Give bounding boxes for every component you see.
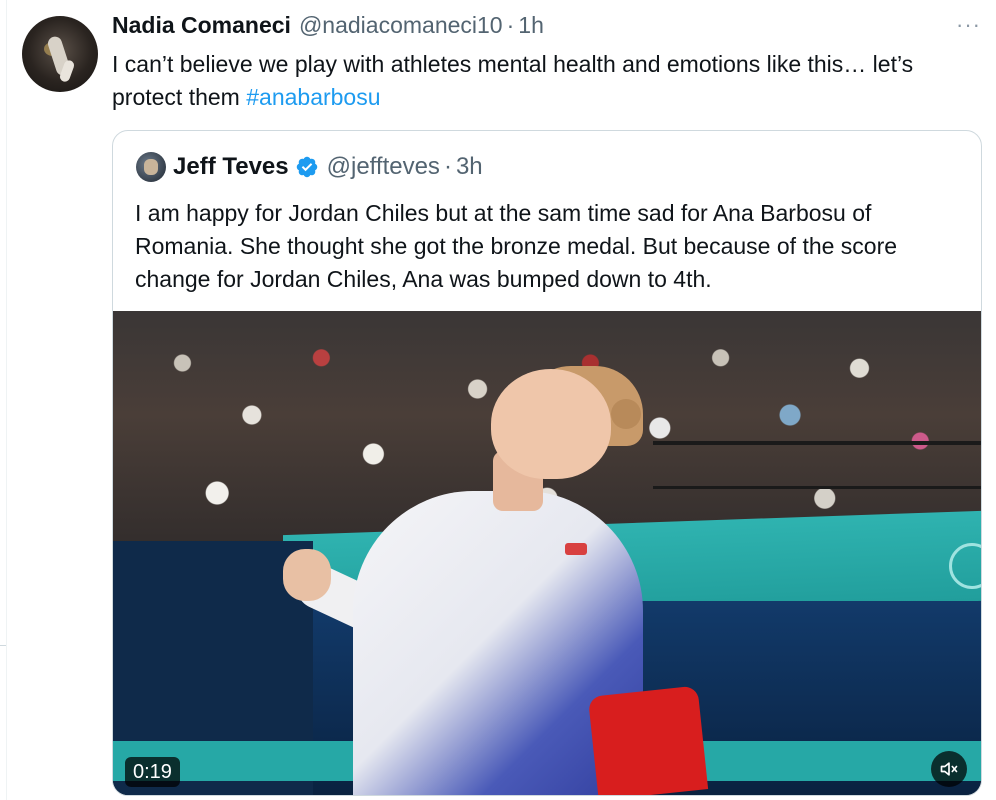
railing xyxy=(653,441,981,445)
quoted-tweet-card[interactable]: Jeff Teves @jeffteves · 3h I am happy fo… xyxy=(112,130,982,796)
tweet-timestamp[interactable]: 1h xyxy=(518,12,544,39)
timeline-tick xyxy=(0,645,6,646)
quoted-tweet-text: I am happy for Jordan Chiles but at the … xyxy=(135,200,898,292)
tweet-header: Nadia Comaneci @nadiacomaneci10 · 1h xyxy=(112,12,544,39)
quoted-author-handle: @jeffteves xyxy=(326,153,440,180)
quoted-tweet-header: Jeff Teves @jeffteves · 3h xyxy=(173,153,483,181)
athlete-hair-bun xyxy=(611,399,641,429)
athlete-fist xyxy=(283,549,331,601)
red-flag xyxy=(587,685,709,795)
quoted-separator-dot: · xyxy=(443,153,452,180)
quoted-timestamp: 3h xyxy=(455,153,483,180)
tweet-body: I can’t believe we play with athletes me… xyxy=(112,51,914,110)
author-handle[interactable]: @nadiacomaneci10 xyxy=(299,12,503,39)
video-player[interactable]: 0:19 xyxy=(113,311,981,795)
timeline-divider xyxy=(6,0,7,800)
hashtag-link[interactable]: #anabarbosu xyxy=(246,84,380,110)
athlete-face xyxy=(491,369,611,479)
author-avatar[interactable] xyxy=(22,16,98,92)
more-options-icon[interactable]: ··· xyxy=(956,12,981,38)
tweet-text: I can’t believe we play with athletes me… xyxy=(112,48,972,114)
video-duration-badge: 0:19 xyxy=(125,757,180,787)
quoted-author-avatar[interactable] xyxy=(136,152,166,182)
jacket-logo xyxy=(565,543,587,555)
separator-dot: · xyxy=(506,12,515,38)
railing-lower xyxy=(653,486,981,489)
quoted-author-name: Jeff Teves xyxy=(173,153,289,180)
mute-toggle-button[interactable] xyxy=(931,751,967,787)
speaker-muted-icon xyxy=(940,762,958,776)
author-name[interactable]: Nadia Comaneci xyxy=(112,12,291,39)
verified-badge-icon xyxy=(296,156,317,178)
